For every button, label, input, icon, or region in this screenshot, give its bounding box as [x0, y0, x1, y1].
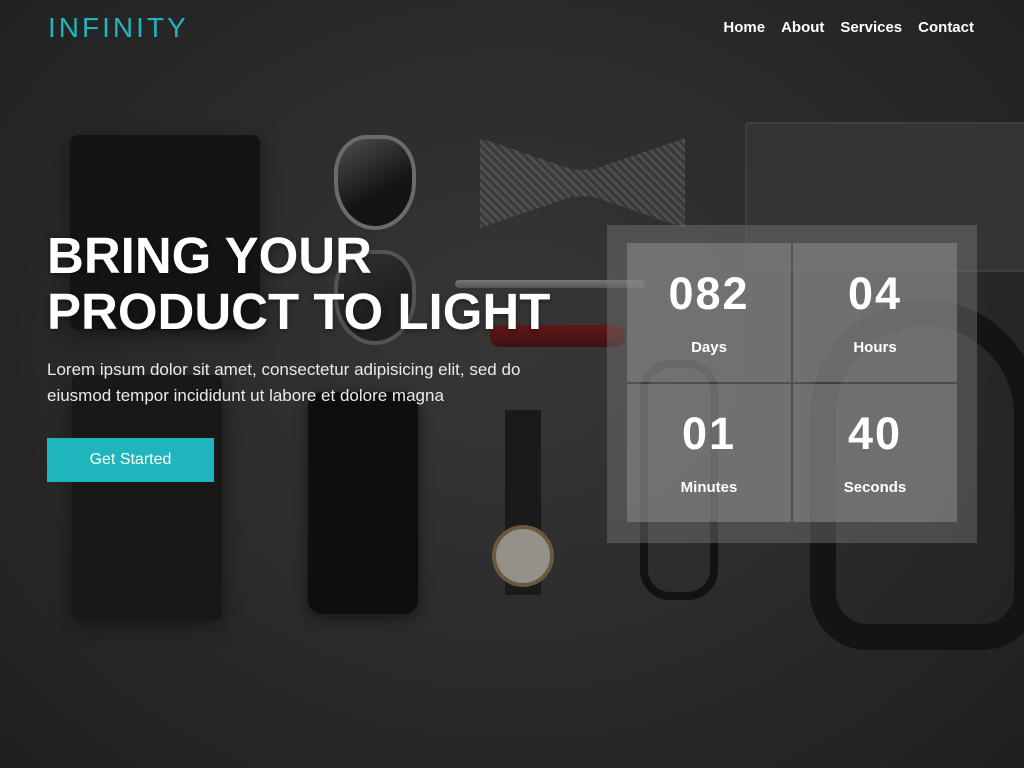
minutes-value: 01: [681, 408, 737, 460]
brand-logo[interactable]: INFINITY: [48, 12, 189, 44]
seconds-value: 40: [847, 408, 903, 460]
countdown-seconds: 40 Seconds: [793, 383, 957, 522]
countdown-hours: 04 Hours: [793, 243, 957, 382]
hours-value: 04: [847, 267, 903, 319]
get-started-button[interactable]: Get Started: [47, 438, 214, 482]
hours-label: Hours: [853, 338, 897, 356]
days-value: 082: [668, 267, 750, 319]
countdown-minutes: 01 Minutes: [627, 383, 791, 522]
countdown-days: 082 Days: [627, 243, 791, 382]
minutes-label: Minutes: [680, 479, 738, 497]
seconds-label: Seconds: [843, 479, 907, 497]
hero-title: BRING YOUR PRODUCT TO LIGHT: [47, 228, 607, 340]
days-label: Days: [691, 338, 727, 356]
nav-home[interactable]: Home: [723, 19, 765, 36]
hero-subtitle: Lorem ipsum dolor sit amet, consectetur …: [47, 360, 521, 405]
hero-title-line2: PRODUCT TO LIGHT: [47, 283, 551, 340]
nav-services[interactable]: Services: [840, 19, 902, 36]
nav-contact[interactable]: Contact: [918, 19, 974, 36]
countdown-panel: 082 Days 04 Hours 01 Minutes 40 Seconds: [607, 225, 977, 543]
main-nav: Home About Services Contact: [723, 19, 974, 36]
nav-about[interactable]: About: [781, 19, 824, 36]
hero-title-line1: BRING YOUR: [47, 227, 372, 284]
